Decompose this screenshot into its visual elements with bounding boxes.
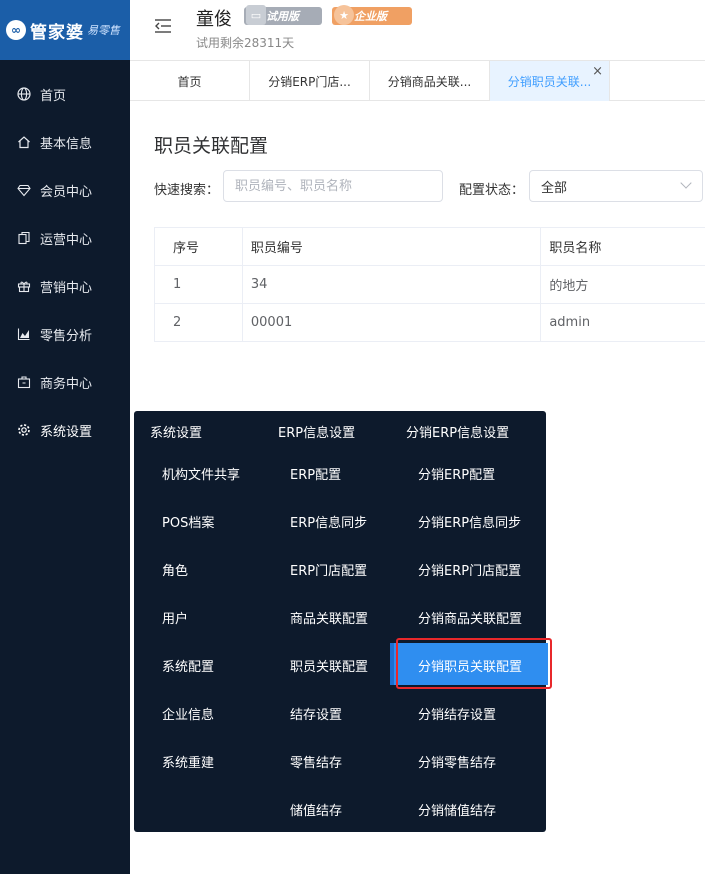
system-settings-flyout: 系统设置 机构文件共享 POS档案 角色 用户 系统配置 企业信息 系统重建 E…	[134, 411, 552, 832]
sidebar-item-retail-analysis[interactable]: 零售分析	[0, 310, 130, 358]
flyout-column-header: ERP信息设置	[278, 426, 356, 441]
flyout-item[interactable]: ERP门店配置	[290, 560, 367, 579]
annotation-highlight-box	[396, 638, 552, 689]
tab-staff-link[interactable]: 分销职员关联... ×	[490, 61, 610, 101]
diamond-icon	[16, 182, 32, 198]
sidebar-item-label: 营销中心	[40, 280, 93, 296]
sidebar-item-marketing-center[interactable]: 营销中心	[0, 262, 130, 310]
table-cell: 的地方	[549, 279, 589, 294]
menu-fold-icon[interactable]	[154, 18, 172, 34]
flyout-item[interactable]: 分销零售结存	[418, 752, 496, 771]
table-row[interactable]: 2 00001 admin	[155, 304, 705, 342]
documents-icon	[16, 230, 32, 246]
flyout-item[interactable]: 企业信息	[162, 704, 214, 723]
status-select[interactable]: 全部	[529, 170, 703, 202]
sidebar-item-operation-center[interactable]: 运营中心	[0, 214, 130, 262]
flyout-column-header: 系统设置	[150, 426, 203, 441]
user-name: 童俊	[196, 9, 232, 30]
search-input[interactable]	[223, 170, 443, 202]
sidebar-item-label: 商务中心	[40, 376, 93, 392]
enterprise-badge: ★ 企业版	[332, 5, 412, 25]
sidebar: ∞ 管家婆 易零售 首页 基本信息 会员中心 运营中心 营销中心 零售分析 商务…	[0, 0, 130, 874]
chart-icon	[16, 326, 32, 342]
logo-mark-icon: ∞	[6, 20, 26, 40]
flyout-item[interactable]: 角色	[162, 560, 188, 579]
monitor-icon: ▭	[246, 5, 266, 25]
sidebar-item-system-settings[interactable]: 系统设置	[0, 406, 130, 454]
status-label: 配置状态：	[459, 183, 525, 198]
tab-goods-link[interactable]: 分销商品关联...	[370, 61, 490, 101]
flyout-item[interactable]: 分销商品关联配置	[418, 608, 522, 627]
close-icon[interactable]: ×	[592, 64, 603, 79]
sidebar-item-label: 系统设置	[40, 424, 93, 440]
gift-icon	[16, 278, 32, 294]
flyout-item[interactable]: 分销结存设置	[418, 704, 496, 723]
flyout-item[interactable]: 职员关联配置	[290, 656, 368, 675]
flyout-item[interactable]: 分销ERP信息同步	[418, 512, 521, 531]
briefcase-icon	[16, 374, 32, 390]
logo: ∞ 管家婆 易零售	[0, 0, 130, 60]
trial-remaining: 试用剩余28311天	[196, 36, 295, 50]
column-header: 序号	[155, 228, 243, 265]
sidebar-item-member-center[interactable]: 会员中心	[0, 166, 130, 214]
table-cell: 34	[243, 266, 542, 303]
page-title: 职员关联配置	[154, 135, 269, 157]
logo-brand: 管家婆	[30, 22, 84, 43]
flyout-item[interactable]: 分销ERP配置	[418, 464, 495, 483]
tab-erp-store[interactable]: 分销ERP门店...	[250, 61, 370, 101]
flyout-item[interactable]: ERP信息同步	[290, 512, 367, 531]
logo-sub: 易零售	[87, 24, 120, 37]
sidebar-item-label: 首页	[40, 88, 67, 104]
tab-home[interactable]: 首页	[130, 61, 250, 101]
sidebar-item-label: 会员中心	[40, 184, 93, 200]
flyout-item[interactable]: 系统重建	[162, 752, 214, 771]
sidebar-item-label: 基本信息	[40, 136, 93, 152]
flyout-item[interactable]: ERP配置	[290, 464, 341, 483]
home-icon	[16, 134, 32, 150]
header: 童俊 ▭ 试用版 ★ 企业版 试用剩余28311天	[130, 0, 705, 60]
chevron-down-icon	[680, 177, 692, 189]
tab-bar: 首页 分销ERP门店... 分销商品关联... 分销职员关联... ×	[130, 60, 705, 101]
flyout-item[interactable]: 分销ERP门店配置	[418, 560, 521, 579]
flyout-column-header: 分销ERP信息设置	[406, 426, 510, 441]
gear-icon	[16, 422, 32, 438]
sidebar-item-label: 零售分析	[40, 328, 93, 344]
sidebar-item-label: 运营中心	[40, 232, 93, 248]
flyout-item[interactable]: POS档案	[162, 512, 214, 531]
table-row[interactable]: 1 34 的地方	[155, 266, 705, 304]
staff-table: 序号 职员编号 职员名称 1 34 的地方 2 00001 admin	[154, 227, 705, 342]
sidebar-item-basic-info[interactable]: 基本信息	[0, 118, 130, 166]
star-icon: ★	[334, 5, 354, 25]
flyout-item[interactable]: 商品关联配置	[290, 608, 368, 627]
globe-icon	[16, 86, 32, 102]
flyout-item[interactable]: 分销储值结存	[418, 800, 496, 819]
flyout-item[interactable]: 零售结存	[290, 752, 342, 771]
table-cell: 00001	[243, 304, 542, 341]
search-label: 快速搜索：	[154, 183, 220, 198]
column-header: 职员编号	[243, 228, 542, 265]
table-cell: 1	[155, 266, 243, 303]
trial-badge: ▭ 试用版	[244, 5, 322, 25]
table-header: 序号 职员编号 职员名称	[155, 228, 705, 266]
flyout-item[interactable]: 结存设置	[290, 704, 342, 723]
flyout-item[interactable]: 用户	[162, 608, 188, 627]
sidebar-item-business-center[interactable]: 商务中心	[0, 358, 130, 406]
table-cell: 2	[155, 304, 243, 341]
column-header: 职员名称	[549, 241, 602, 256]
table-cell: admin	[549, 315, 591, 330]
flyout-item[interactable]: 系统配置	[162, 656, 214, 675]
sidebar-item-home[interactable]: 首页	[0, 70, 130, 118]
flyout-item[interactable]: 储值结存	[290, 800, 342, 819]
flyout-item[interactable]: 机构文件共享	[162, 464, 240, 483]
